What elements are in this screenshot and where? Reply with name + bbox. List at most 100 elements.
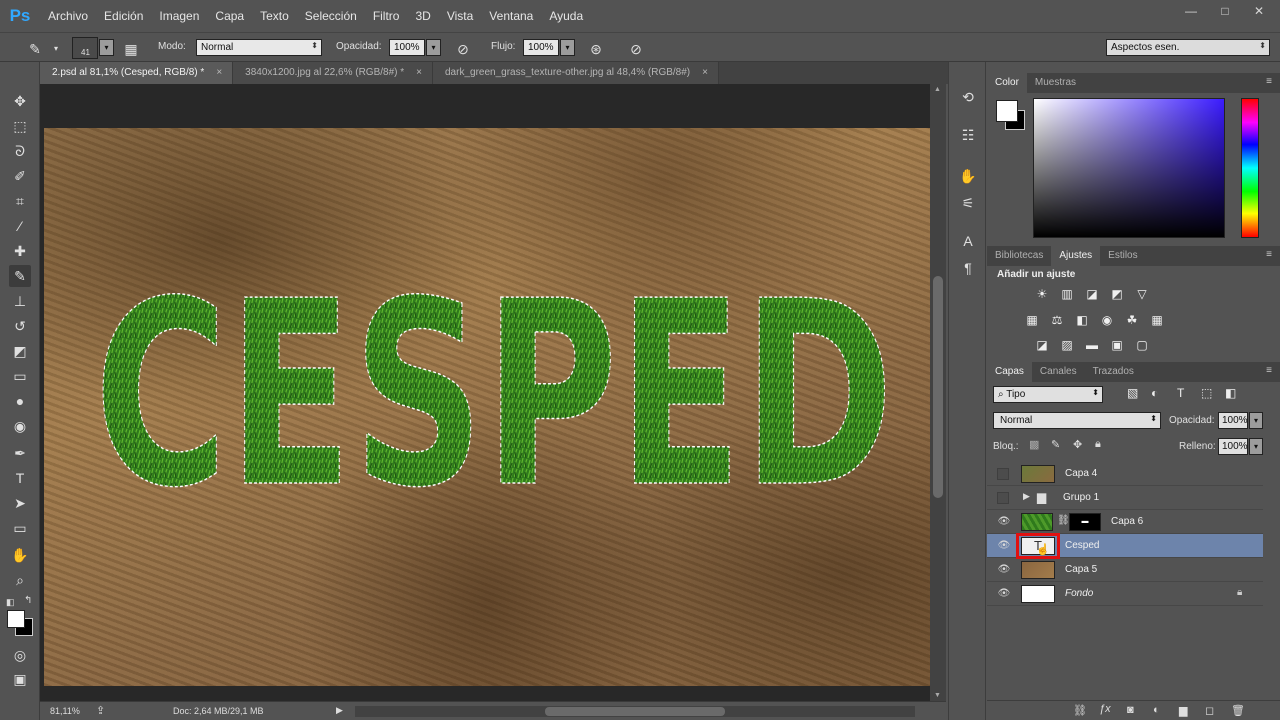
tab-3840x1200-jpg[interactable]: 3840x1200.jpg al 22,6% (RGB/8#) * × (233, 62, 433, 84)
opacity-input[interactable]: 100% (389, 39, 425, 56)
close-tab-icon[interactable]: × (702, 67, 708, 78)
maximize-button[interactable]: □ (1210, 2, 1240, 20)
menu-texto[interactable]: Texto (252, 0, 297, 32)
tab-ajustes[interactable]: Ajustes (1051, 246, 1101, 266)
horizontal-scroll-thumb[interactable] (545, 707, 725, 716)
layer-filter-select[interactable]: ⌕ Tipo ⬍ (993, 386, 1103, 403)
panel-menu-icon[interactable]: ≡ (1266, 365, 1272, 376)
minimize-button[interactable]: — (1176, 2, 1206, 20)
hue-slider[interactable] (1241, 98, 1259, 238)
layer-row-capa-4[interactable]: Capa 4 (987, 462, 1263, 486)
layer-opacity-input[interactable]: 100% (1218, 412, 1248, 429)
healing-brush-tool-icon[interactable]: ✚ (9, 240, 31, 262)
marquee-tool-icon[interactable]: ⬚ (9, 115, 31, 137)
filter-pixel-icon[interactable]: ▧ (1127, 386, 1138, 400)
horizontal-scrollbar[interactable] (355, 706, 915, 717)
brush-settings-icon[interactable]: ⚟ (957, 192, 979, 214)
close-button[interactable]: ✕ (1244, 2, 1274, 20)
crop-tool-icon[interactable]: ⌗ (9, 190, 31, 212)
hue-saturation-icon[interactable]: ▦ (1023, 312, 1041, 328)
visibility-toggle-off[interactable] (997, 492, 1009, 504)
tab-color[interactable]: Color (987, 73, 1027, 93)
exposure-icon[interactable]: ◩ (1108, 286, 1126, 302)
paragraph-icon[interactable]: ¶ (957, 257, 979, 279)
opacity-dropdown[interactable]: ▾ (426, 39, 441, 56)
menu-imagen[interactable]: Imagen (151, 0, 207, 32)
link-layers-icon[interactable]: ⛓ (1073, 704, 1087, 717)
flow-input[interactable]: 100% (523, 39, 559, 56)
brush-tool-icon[interactable]: ✎ (9, 265, 31, 287)
adjustment-layer-icon[interactable]: ◐ (1153, 704, 1160, 716)
zoom-level[interactable]: 81,11% (50, 706, 80, 716)
tab-bibliotecas[interactable]: Bibliotecas (987, 246, 1051, 266)
panel-menu-icon[interactable]: ≡ (1266, 249, 1272, 260)
channel-mixer-icon[interactable]: ☘ (1123, 312, 1141, 328)
tab-canales[interactable]: Canales (1032, 362, 1085, 382)
menu-ayuda[interactable]: Ayuda (541, 0, 591, 32)
eye-icon[interactable]: 👁︎ (997, 515, 1011, 529)
pen-tool-icon[interactable]: ✒ (9, 442, 31, 464)
pressure-opacity-icon[interactable]: ⊘ (454, 40, 472, 58)
screen-mode-icon[interactable]: ▣ (9, 668, 31, 690)
chevron-down-icon[interactable]: ▾ (47, 40, 65, 58)
color-lookup-icon[interactable]: ▦ (1148, 312, 1166, 328)
add-mask-icon[interactable]: ◙ (1127, 704, 1134, 716)
menu-seleccion[interactable]: Selección (297, 0, 365, 32)
filter-shape-icon[interactable]: ⬚ (1201, 386, 1212, 400)
layer-opacity-dropdown[interactable]: ▾ (1249, 412, 1263, 429)
brush-presets-icon[interactable]: ✋ (957, 165, 979, 187)
fx-icon[interactable]: ƒx (1099, 703, 1111, 715)
quick-mask-icon[interactable]: ◎ (9, 644, 31, 666)
scroll-up-icon[interactable]: ▲ (934, 86, 941, 93)
clone-stamp-tool-icon[interactable]: ⊥ (9, 290, 31, 312)
lasso-tool-icon[interactable]: ᘐ (9, 140, 31, 162)
brush-preset-icon[interactable]: ✎ (26, 40, 44, 58)
filter-smart-icon[interactable]: ◧ (1225, 386, 1236, 400)
tab-estilos[interactable]: Estilos (1100, 246, 1145, 266)
lock-position-icon[interactable]: ✥ (1073, 438, 1082, 451)
levels-icon[interactable]: ▥ (1058, 286, 1076, 302)
path-selection-tool-icon[interactable]: ➤ (9, 492, 31, 514)
filter-adjust-icon[interactable]: ◐ (1151, 386, 1158, 400)
blend-mode-select[interactable]: Normal ⬍ (993, 412, 1161, 429)
hand-tool-icon[interactable]: ✋ (9, 544, 31, 566)
posterize-icon[interactable]: ▨ (1058, 337, 1076, 353)
tab-muestras[interactable]: Muestras (1027, 73, 1084, 93)
brightness-icon[interactable]: ☀ (1033, 286, 1051, 302)
layer-row-capa-5[interactable]: 👁︎ Capa 5 (987, 558, 1263, 582)
quick-selection-tool-icon[interactable]: ✐ (9, 165, 31, 187)
mode-select[interactable]: Normal ⬍ (196, 39, 322, 56)
tab-capas[interactable]: Capas (987, 362, 1032, 382)
menu-archivo[interactable]: Archivo (40, 0, 96, 32)
layer-mask-thumbnail[interactable]: ▬ (1069, 513, 1101, 531)
document-canvas[interactable]: CESPED (40, 84, 930, 701)
scroll-down-icon[interactable]: ▼ (934, 692, 941, 699)
color-field[interactable] (1033, 98, 1225, 238)
eye-icon[interactable]: 👁︎ (997, 539, 1011, 553)
close-tab-icon[interactable]: × (216, 67, 222, 78)
pressure-size-icon[interactable]: ⊘ (627, 40, 645, 58)
close-tab-icon[interactable]: × (416, 67, 422, 78)
trash-icon[interactable]: 🗑︎ (1231, 704, 1245, 717)
layer-row-capa-6[interactable]: 👁︎ ⛓ ▬ Capa 6 (987, 510, 1263, 534)
export-icon[interactable]: ⇪ (96, 704, 105, 717)
black-white-icon[interactable]: ◧ (1073, 312, 1091, 328)
menu-ventana[interactable]: Ventana (481, 0, 541, 32)
new-layer-icon[interactable]: ◻ (1205, 704, 1214, 717)
menu-capa[interactable]: Capa (207, 0, 252, 32)
tab-grass-texture-jpg[interactable]: dark_green_grass_texture-other.jpg al 48… (433, 62, 719, 84)
lock-transparency-icon[interactable]: ▩ (1029, 438, 1039, 451)
history-brush-tool-icon[interactable]: ↺ (9, 315, 31, 337)
properties-icon[interactable]: ☷ (957, 124, 979, 146)
brush-panel-icon[interactable]: ▦ (122, 40, 140, 58)
blur-tool-icon[interactable]: ● (9, 390, 31, 412)
tab-2-psd[interactable]: 2.psd al 81,1% (Cesped, RGB/8) * × (40, 62, 234, 84)
vibrance-icon[interactable]: ▽ (1133, 286, 1151, 302)
expand-arrow-icon[interactable]: ▶ (1023, 491, 1030, 502)
zoom-tool-icon[interactable]: ⌕ (9, 569, 31, 591)
fill-input[interactable]: 100% (1218, 438, 1248, 455)
type-tool-icon[interactable]: T (9, 467, 31, 489)
eye-icon[interactable]: 👁︎ (997, 587, 1011, 601)
filter-type-icon[interactable]: T (1177, 386, 1184, 400)
brush-size-dropdown[interactable]: ▾ (99, 39, 114, 56)
